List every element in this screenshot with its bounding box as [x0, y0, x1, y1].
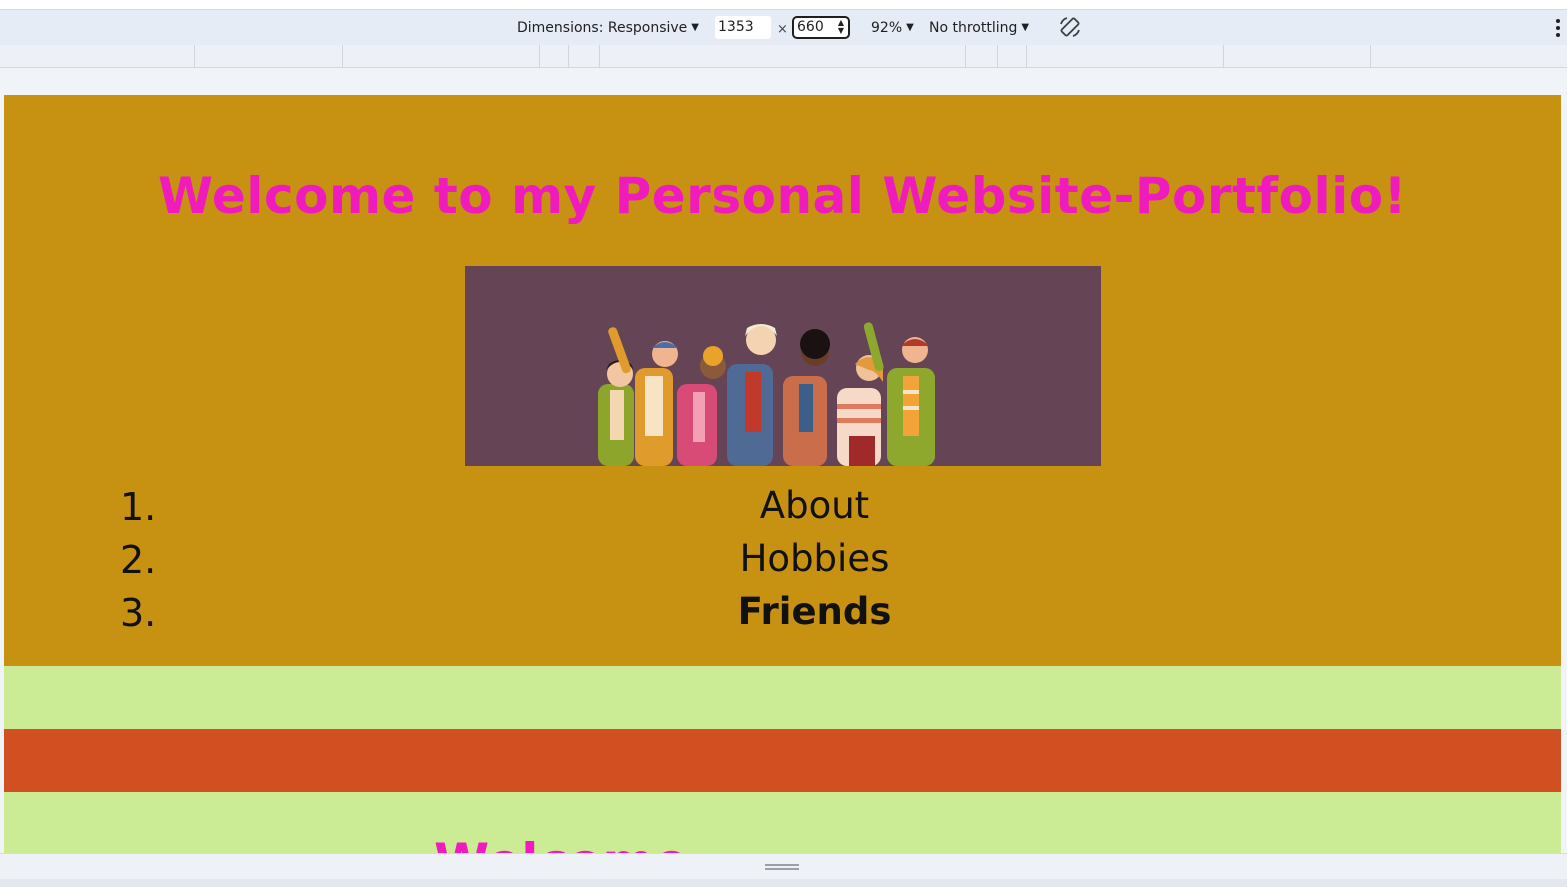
device-toolbar: Dimensions: Responsive ▼ 1353 × 660 ▲ ▼ 9… — [0, 10, 1567, 45]
page-title: Welcome to my Personal Website-Portfolio… — [158, 167, 1407, 225]
list-number: 3. — [120, 591, 157, 635]
nav-item-hobbies: 2. Hobbies — [4, 532, 1561, 585]
orange-band — [4, 729, 1561, 792]
height-input[interactable]: 660 ▲ ▼ — [792, 16, 850, 39]
spinner-icon[interactable]: ▲ ▼ — [838, 19, 844, 35]
nav-item-friends: 3. Friends — [4, 585, 1561, 638]
green-section — [4, 792, 1561, 853]
resize-handle-icon[interactable] — [765, 864, 799, 870]
width-input[interactable]: 1353 — [715, 16, 771, 39]
zoom-dropdown[interactable]: 92% ▼ — [871, 10, 914, 45]
browser-top-edge — [0, 0, 1567, 10]
group-of-people-illustration — [465, 266, 1101, 466]
section-heading: Welcome — [434, 833, 688, 853]
viewport-resize-bar — [0, 853, 1567, 879]
nav-link-about[interactable]: About — [760, 484, 869, 527]
height-value: 660 — [797, 19, 824, 35]
bottom-strip — [0, 879, 1567, 887]
media-query-bar[interactable] — [0, 45, 1567, 68]
hero-section: Welcome to my Personal Website-Portfolio… — [4, 95, 1561, 666]
caret-down-icon: ▼ — [906, 22, 914, 33]
zoom-label: 92% — [871, 19, 903, 36]
dimension-separator: × — [777, 22, 788, 37]
caret-down-icon: ▼ — [1021, 22, 1030, 33]
nav-list: 1. About 2. Hobbies 3. Friends — [4, 479, 1561, 638]
more-vert-icon[interactable] — [1555, 18, 1561, 38]
caret-down-icon: ▼ — [691, 22, 699, 33]
nav-link-friends[interactable]: Friends — [738, 590, 892, 633]
throttling-dropdown[interactable]: No throttling ▼ — [929, 10, 1029, 45]
throttling-label: No throttling — [929, 19, 1018, 36]
nav-link-hobbies[interactable]: Hobbies — [740, 537, 890, 580]
nav-item-about: 1. About — [4, 479, 1561, 532]
list-number: 1. — [120, 485, 157, 529]
green-band — [4, 666, 1561, 729]
rotate-icon[interactable] — [1058, 15, 1082, 39]
page-viewport: Welcome to my Personal Website-Portfolio… — [4, 95, 1561, 853]
dimensions-label: Dimensions: Responsive — [517, 19, 688, 36]
list-number: 2. — [120, 538, 157, 582]
dimensions-dropdown[interactable]: Dimensions: Responsive ▼ — [517, 10, 699, 45]
